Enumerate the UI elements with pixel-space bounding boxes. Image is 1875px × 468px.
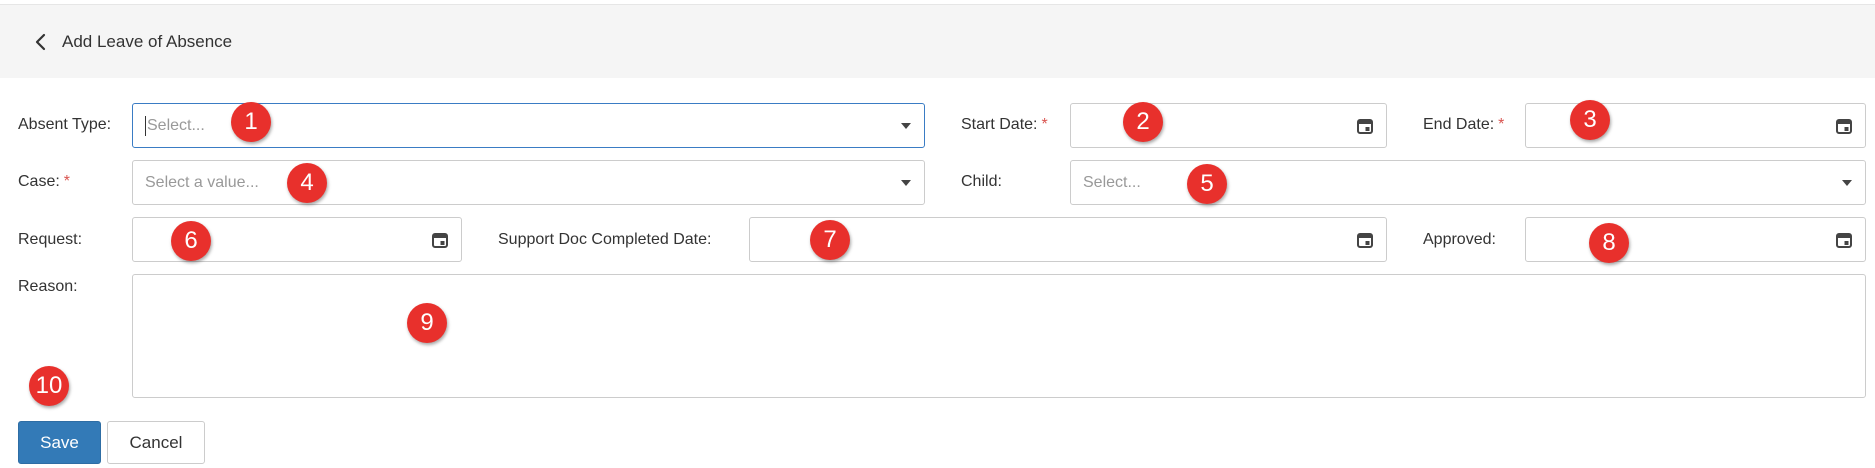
child-label: Child:	[961, 173, 1002, 190]
cancel-button[interactable]: Cancel	[107, 421, 205, 464]
chevron-down-icon[interactable]	[900, 179, 912, 187]
annotation-marker-7: 7	[810, 220, 850, 260]
chevron-left-icon[interactable]	[30, 32, 50, 52]
annotation-marker-1: 1	[231, 102, 271, 142]
reason-textarea[interactable]	[132, 274, 1866, 398]
calendar-icon[interactable]	[1356, 117, 1374, 135]
case-placeholder: Select a value...	[145, 173, 259, 191]
calendar-icon[interactable]	[1356, 231, 1374, 249]
case-select[interactable]: Select a value...	[132, 160, 925, 205]
calendar-icon[interactable]	[1835, 231, 1853, 249]
page-title: Add Leave of Absence	[62, 31, 233, 51]
case-label: Case: *	[18, 173, 71, 190]
annotation-marker-10: 10	[29, 366, 69, 406]
annotation-marker-4: 4	[287, 163, 327, 203]
calendar-icon[interactable]	[1835, 117, 1853, 135]
text-cursor	[145, 115, 146, 136]
reason-label: Reason:	[18, 278, 78, 295]
chevron-down-icon[interactable]	[1841, 179, 1853, 187]
approved-label: Approved:	[1423, 231, 1496, 248]
request-label: Request:	[18, 231, 83, 248]
page-header: Add Leave of Absence	[0, 4, 1875, 78]
approved-date-input[interactable]	[1525, 217, 1866, 262]
annotation-marker-5: 5	[1187, 164, 1227, 204]
required-mark: *	[1498, 116, 1505, 133]
absent-type-label: Absent Type:	[18, 116, 112, 133]
start-date-label: Start Date: *	[961, 116, 1048, 133]
start-date-input[interactable]	[1070, 103, 1387, 148]
support-doc-completed-date-label: Support Doc Completed Date:	[498, 231, 712, 248]
required-mark: *	[1041, 116, 1048, 133]
annotation-marker-3: 3	[1570, 100, 1610, 140]
annotation-marker-9: 9	[407, 303, 447, 343]
required-mark: *	[63, 173, 71, 190]
calendar-icon[interactable]	[431, 231, 449, 249]
annotation-marker-6: 6	[171, 221, 211, 261]
chevron-down-icon[interactable]	[900, 122, 912, 130]
save-button[interactable]: Save	[18, 421, 101, 464]
annotation-marker-8: 8	[1589, 223, 1629, 263]
end-date-label: End Date: *	[1423, 116, 1505, 133]
annotation-marker-2: 2	[1123, 102, 1163, 142]
